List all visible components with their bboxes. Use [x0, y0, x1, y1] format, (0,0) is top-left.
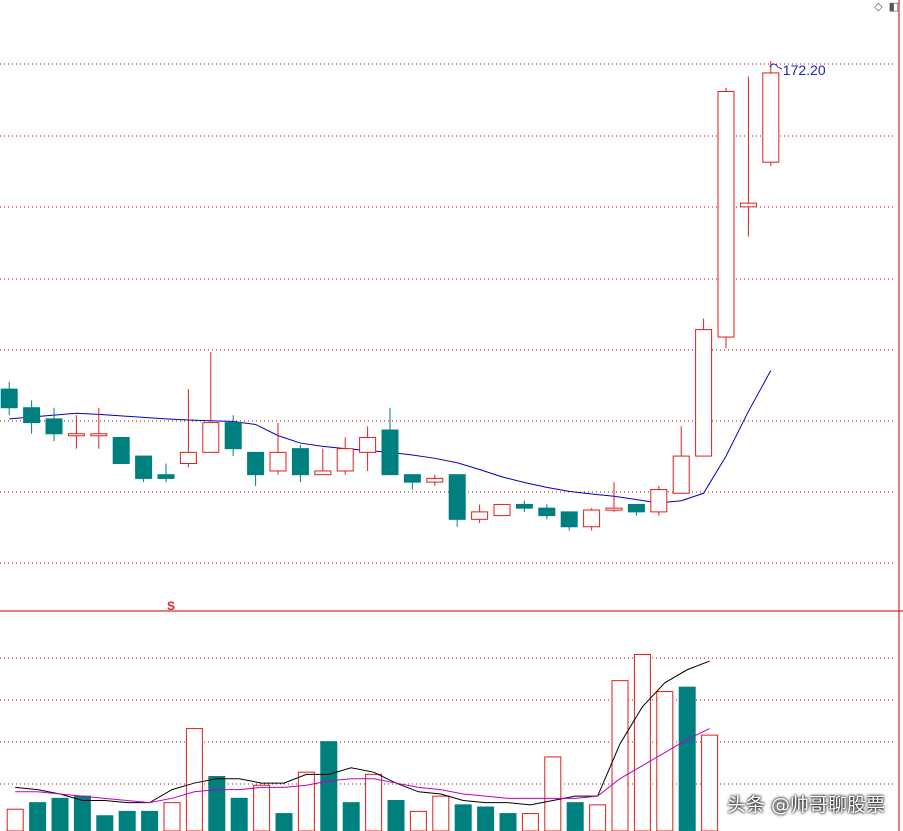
- volume-bar: [566, 802, 584, 831]
- candle-body: [291, 448, 309, 476]
- volume-ma-lines: [15, 660, 710, 806]
- candle-body: [403, 474, 421, 483]
- candle-body: [448, 474, 466, 520]
- candle-body: [112, 436, 130, 465]
- volume-bar: [208, 776, 226, 831]
- volume-bar: [521, 813, 539, 831]
- volume-bar: [163, 802, 181, 831]
- volume-bar: [29, 802, 47, 831]
- volume-bar: [6, 808, 24, 831]
- chart-area: 172.20 S: [0, 0, 903, 831]
- max-price-label: 172.20: [783, 62, 826, 78]
- candle-body: [605, 507, 623, 511]
- max-price-pointer: [769, 63, 783, 70]
- candle-body: [739, 202, 757, 208]
- candle-body: [67, 433, 85, 437]
- candle-body: [650, 489, 668, 513]
- volume-bar: [656, 691, 674, 831]
- candle-body: [0, 388, 18, 409]
- volume-bar: [409, 810, 427, 831]
- volume-bar: [51, 797, 69, 831]
- candle-body: [269, 451, 287, 472]
- volume-ma-long: [15, 728, 710, 804]
- candle-body: [560, 511, 578, 528]
- volume-bar: [678, 686, 696, 831]
- candle-body: [627, 503, 645, 513]
- volume-bar: [432, 795, 450, 831]
- candle-body: [157, 474, 175, 479]
- panel-icon[interactable]: ◧: [889, 0, 899, 13]
- candle-body: [717, 91, 735, 338]
- candle-body: [179, 451, 197, 465]
- volume-bar: [477, 806, 495, 831]
- volume-bar: [387, 799, 405, 831]
- candle-body: [135, 455, 153, 479]
- volume-bar: [96, 815, 114, 831]
- candlesticks: [0, 61, 780, 531]
- volume-bar: [73, 795, 91, 831]
- candle-body: [426, 477, 444, 483]
- candle-body: [359, 436, 377, 453]
- candle-body: [23, 407, 41, 424]
- watermark: 头条 @帅哥聊股票: [726, 794, 885, 816]
- candle-body: [90, 433, 108, 437]
- candle-body: [515, 503, 533, 509]
- volume-bar: [118, 810, 136, 831]
- corner-icons: ◇ ◧: [868, 0, 899, 13]
- volume-bar: [185, 728, 203, 831]
- candle-body: [45, 418, 63, 435]
- signal-marker: S: [167, 599, 175, 613]
- candle-body: [336, 448, 354, 472]
- candle-body: [247, 451, 265, 476]
- candle-body: [538, 507, 556, 517]
- candle-body: [202, 422, 220, 453]
- volume-bar: [275, 813, 293, 831]
- candle-body: [314, 470, 332, 476]
- volume-bar: [141, 810, 159, 831]
- volume-bar: [365, 773, 383, 831]
- volume-bar: [253, 784, 271, 831]
- volume-bar: [454, 804, 472, 831]
- candle-body: [583, 509, 601, 528]
- volume-bar: [544, 756, 562, 831]
- volume-bar: [499, 813, 517, 831]
- volume-bar: [701, 734, 719, 831]
- candle-body: [695, 329, 713, 457]
- volume-bar: [633, 654, 651, 831]
- candle-body: [493, 503, 511, 517]
- candle-body: [471, 511, 489, 520]
- volume-bar: [320, 741, 338, 831]
- volume-bars: [6, 654, 719, 831]
- volume-bar: [589, 804, 607, 831]
- volume-ma-short: [15, 660, 710, 806]
- candle-body: [224, 422, 242, 450]
- volume-bar: [230, 797, 248, 831]
- volume-bar: [342, 802, 360, 831]
- diamond-icon[interactable]: ◇: [874, 0, 882, 13]
- candle-body: [672, 455, 690, 494]
- volume-bar: [297, 771, 315, 831]
- candle-body: [381, 429, 399, 476]
- candle-body: [762, 72, 780, 163]
